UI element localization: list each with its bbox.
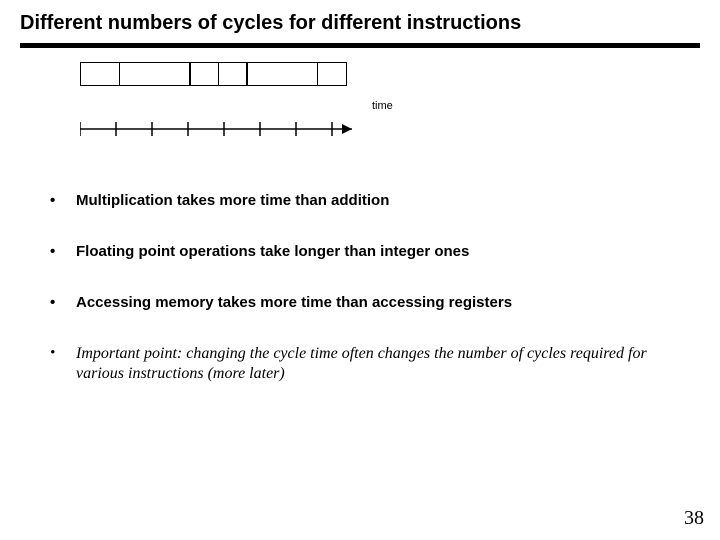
title-divider [20,43,700,48]
bullet-item: Floating point operations take longer th… [50,243,690,262]
time-axis-label: time [372,100,393,112]
time-axis [80,117,356,141]
instruction-cell [246,62,318,86]
bullet-item: Accessing memory takes more time than ac… [50,294,690,313]
slide-title: Different numbers of cycles for differen… [20,12,700,35]
instruction-boxes [80,62,347,86]
bullet-item: Important point: changing the cycle time… [50,344,690,384]
instruction-cell [189,62,219,86]
instruction-cell [317,62,347,86]
cycles-diagram: time [80,62,700,152]
instruction-cell [119,62,191,86]
bullet-list: Multiplication takes more time than addi… [50,192,690,384]
instruction-cell [218,62,248,86]
bullet-item: Multiplication takes more time than addi… [50,192,690,211]
page-number: 38 [684,507,704,530]
instruction-cell [80,62,120,86]
